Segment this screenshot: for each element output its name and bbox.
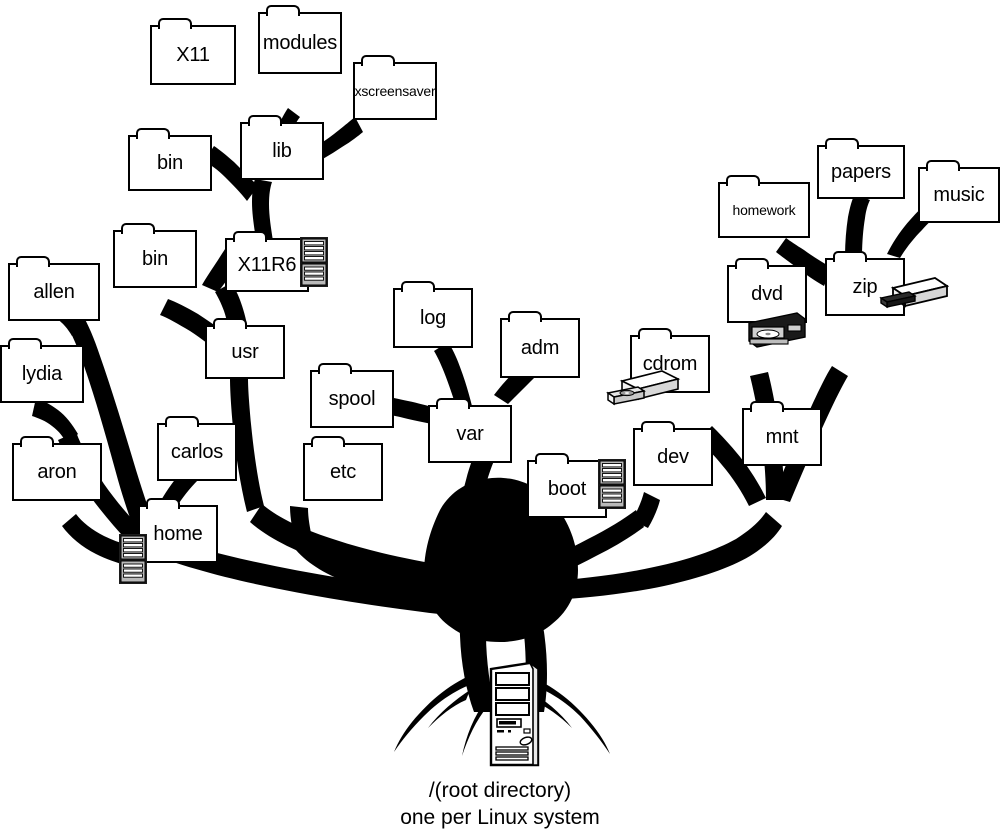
folder-music[interactable]: music [918, 160, 1000, 223]
folder-label: X11 [176, 44, 210, 66]
folder-boot[interactable]: boot [527, 453, 626, 518]
folder-lib[interactable]: lib [240, 115, 324, 180]
folder-label: allen [33, 281, 75, 303]
folder-bin_top[interactable]: bin [128, 128, 212, 191]
folder-label: dev [657, 446, 689, 468]
folder-lydia[interactable]: lydia [0, 338, 84, 403]
folder-tab-icon [213, 318, 247, 331]
folder-label: dvd [751, 283, 783, 305]
folder-spool[interactable]: spool [310, 363, 394, 428]
folder-dvd[interactable]: dvd [727, 258, 807, 348]
tower-small-icon [597, 458, 627, 515]
folder-tab-icon [146, 498, 180, 511]
folder-tab-icon [825, 138, 859, 151]
folder-x11r6[interactable]: X11R6 [225, 231, 328, 292]
folder-tab-icon [20, 436, 54, 449]
folder-label: X11R6 [237, 254, 297, 276]
folder-tab-icon [535, 453, 569, 466]
folder-etc[interactable]: etc [303, 436, 383, 501]
folder-tab-icon [926, 160, 960, 173]
folder-tab-icon [508, 311, 542, 324]
folder-label: etc [329, 461, 357, 483]
folder-tab-icon [16, 256, 50, 269]
folder-tab-icon [726, 175, 760, 188]
folder-label: homework [732, 202, 796, 218]
folder-tab-icon [266, 5, 300, 18]
folder-carlos[interactable]: carlos [157, 416, 237, 481]
folder-tab-icon [136, 128, 170, 141]
folder-zip[interactable]: zip [825, 251, 950, 316]
folder-papers[interactable]: papers [817, 138, 905, 199]
folder-log[interactable]: log [393, 281, 473, 348]
folder-dev[interactable]: dev [633, 421, 713, 486]
folder-label: lydia [21, 363, 63, 385]
folder-label: zip [852, 276, 878, 298]
folder-label: spool [328, 388, 376, 410]
folder-label: aron [37, 461, 77, 483]
root-caption: /(root directory) one per Linux system [0, 778, 1000, 831]
folder-label: log [419, 307, 447, 329]
linux-filesystem-tree-diagram: X11 modules xscreensaver lib bin bin X11R6 usr a… [0, 0, 1000, 831]
folder-tab-icon [750, 401, 784, 414]
folder-tab-icon [8, 338, 42, 351]
folder-homework[interactable]: homework [718, 175, 810, 238]
folder-label: music [933, 184, 985, 206]
folder-label: boot [547, 478, 587, 500]
folder-tab-icon [735, 258, 769, 271]
folder-allen[interactable]: allen [8, 256, 100, 321]
folder-label: home [153, 523, 203, 545]
folder-label: bin [141, 248, 169, 270]
folder-aron[interactable]: aron [12, 436, 102, 501]
root-caption-line-1: /(root directory) [428, 779, 572, 802]
folder-label: papers [831, 161, 891, 183]
cd-drive-icon [604, 367, 682, 414]
folder-mnt[interactable]: mnt [742, 401, 822, 466]
folder-tab-icon [121, 223, 155, 236]
folder-tab-icon [165, 416, 199, 429]
folder-tab-icon [641, 421, 675, 434]
folder-label: usr [231, 341, 259, 363]
folder-label: lib [272, 140, 292, 162]
folder-label: modules [262, 32, 338, 54]
folder-label: xscreensaver [354, 83, 436, 99]
folder-tab-icon [361, 55, 395, 68]
folder-label: var [456, 423, 484, 445]
folder-label: adm [520, 337, 560, 359]
folder-var[interactable]: var [428, 398, 512, 463]
folder-tab-icon [833, 251, 867, 264]
folder-tab-icon [638, 328, 672, 341]
folder-xscreensaver[interactable]: xscreensaver [353, 55, 437, 120]
folder-modules[interactable]: modules [258, 5, 342, 74]
tower-small-icon [299, 236, 329, 293]
folder-tab-icon [401, 281, 435, 294]
tower-small-left-icon [118, 533, 148, 590]
folder-tab-icon [158, 18, 192, 31]
folder-tab-icon [248, 115, 282, 128]
folder-tab-icon [233, 231, 267, 244]
root-server-tower-icon [489, 661, 540, 767]
dvd-drive-icon [743, 311, 809, 356]
folder-label: bin [156, 152, 184, 174]
folder-label: carlos [170, 441, 224, 463]
folder-home[interactable]: home [119, 498, 218, 584]
root-caption-line-2: one per Linux system [400, 805, 600, 829]
folder-tab-icon [436, 398, 470, 411]
folder-usr[interactable]: usr [205, 318, 285, 379]
folder-bin_mid[interactable]: bin [113, 223, 197, 288]
folder-tab-icon [318, 363, 352, 376]
folder-adm[interactable]: adm [500, 311, 580, 378]
folder-cdrom[interactable]: cdrom [606, 328, 710, 406]
folder-tab-icon [311, 436, 345, 449]
zip-drive-icon [879, 274, 950, 319]
folder-label: mnt [765, 426, 799, 448]
folder-x11[interactable]: X11 [150, 18, 236, 85]
